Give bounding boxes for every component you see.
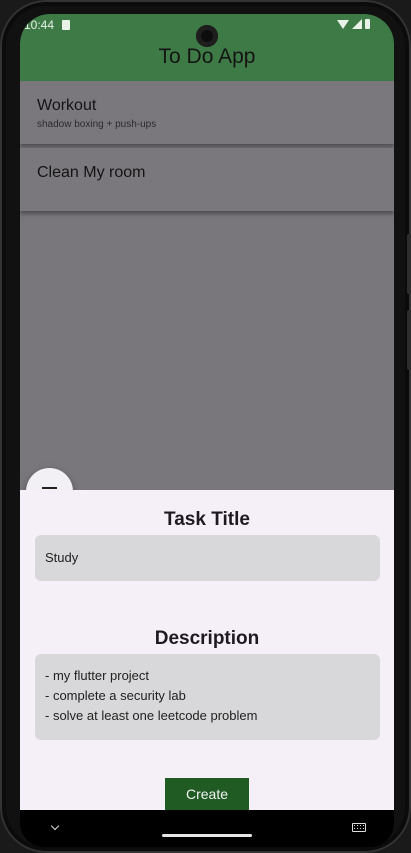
sim-card-icon: [62, 20, 70, 30]
description-line: - solve at least one leetcode problem: [45, 708, 258, 723]
chevron-down-icon[interactable]: [50, 821, 60, 831]
description-line: - my flutter project: [45, 668, 150, 683]
task-card[interactable]: Clean My room: [20, 148, 394, 211]
front-camera-icon: [196, 25, 218, 47]
system-nav-bar: [20, 810, 394, 847]
task-list: Workout shadow boxing + push-ups Clean M…: [20, 81, 394, 515]
status-time: 10:44: [24, 18, 55, 32]
home-handle[interactable]: [162, 834, 252, 837]
app-bar: 10:44 To Do App: [20, 14, 394, 81]
power-button: [407, 234, 411, 294]
task-card[interactable]: Workout shadow boxing + push-ups: [20, 81, 394, 144]
phone-frame: 10:44 To Do App Workout shadow boxing + …: [0, 0, 411, 853]
signal-icon: [352, 19, 362, 29]
status-icons: [337, 19, 370, 29]
description-heading: Description: [154, 628, 260, 649]
task-description: shadow boxing + push-ups: [37, 119, 157, 130]
volume-button: [407, 310, 411, 370]
wifi-icon: [337, 20, 349, 29]
description-field[interactable]: - my flutter project - complete a securi…: [35, 654, 380, 740]
task-title-heading: Task Title: [164, 509, 250, 530]
task-title: Workout: [37, 97, 97, 114]
add-task-bottom-sheet: Task Title Study Description - my flutte…: [20, 490, 394, 810]
screen: 10:44 To Do App Workout shadow boxing + …: [20, 14, 394, 847]
create-button[interactable]: Create: [165, 778, 249, 810]
description-line: - complete a security lab: [45, 688, 186, 703]
task-title: Clean My room: [37, 164, 146, 181]
page-title: To Do App: [158, 45, 256, 68]
task-title-field[interactable]: Study: [35, 535, 380, 581]
keyboard-icon[interactable]: [352, 823, 366, 832]
battery-icon: [365, 19, 370, 29]
